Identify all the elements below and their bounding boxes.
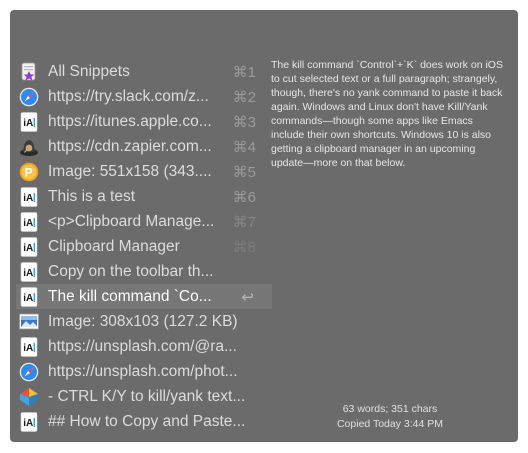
clipboard-item[interactable]: iA This is a test ⌘6: [16, 184, 272, 209]
clipboard-item[interactable]: iA <p>Clipboard Manage... ⌘7: [16, 209, 272, 234]
airmail-icon: [19, 387, 39, 407]
word-char-count: 63 words; 351 chars: [342, 403, 438, 415]
copied-time: Copied Today 3:44 PM: [336, 418, 444, 430]
svg-text:iA: iA: [23, 418, 33, 429]
return-key-hint: ↩: [241, 288, 254, 306]
svg-text:iA: iA: [23, 268, 33, 279]
alfred-icon: [19, 137, 39, 157]
ia-writer-icon: iA: [19, 211, 39, 232]
clipboard-item[interactable]: https://unsplash.com/phot...: [16, 359, 272, 384]
clipboard-item-label: ## How to Copy and Paste...: [48, 412, 246, 430]
clipboard-item[interactable]: iA Clipboard Manager ⌘8: [16, 234, 272, 259]
shortcut-hint: ⌘8: [232, 238, 256, 256]
clipboard-item[interactable]: - CTRL K/Y to kill/yank text...: [16, 384, 272, 409]
ia-writer-icon: iA: [19, 236, 39, 257]
clipboard-item-label: https://unsplash.com/@ra...: [48, 337, 237, 355]
clipboard-history-window: All Snippets ⌘1 https://try.slack.com/z...…: [10, 10, 518, 442]
preview-text: The kill command `Control`+`K` does work…: [271, 59, 503, 169]
ia-writer-icon: iA: [19, 261, 39, 282]
clipboard-item[interactable]: P Image: 551x158 (343.... ⌘5: [16, 159, 272, 184]
shortcut-hint: ⌘5: [232, 163, 256, 181]
shortcut-hint: ⌘6: [232, 188, 256, 206]
clipboard-item[interactable]: iA Copy on the toolbar th...: [16, 259, 272, 284]
safari-icon: [19, 362, 39, 382]
clipboard-item[interactable]: iA https://unsplash.com/@ra...: [16, 334, 272, 359]
ia-writer-icon: iA: [19, 411, 39, 432]
shortcut-hint: ⌘7: [232, 213, 256, 231]
svg-text:iA: iA: [23, 243, 33, 254]
ia-writer-icon: iA: [19, 186, 39, 207]
shortcut-hint: ⌘1: [232, 63, 256, 81]
clipboard-list: All Snippets ⌘1 https://try.slack.com/z...…: [16, 59, 272, 434]
ia-writer-icon: iA: [19, 336, 39, 357]
clipboard-item[interactable]: Image: 308x103 (127.2 KB): [16, 309, 272, 334]
ia-writer-icon: iA: [19, 111, 39, 132]
clipboard-item[interactable]: All Snippets ⌘1: [16, 59, 272, 84]
clipboard-item[interactable]: iA https://itunes.apple.co... ⌘3: [16, 109, 272, 134]
shortcut-hint: ⌘2: [232, 88, 256, 106]
safari-icon: [19, 87, 39, 107]
clipboard-item-label: - CTRL K/Y to kill/yank text...: [48, 387, 246, 405]
svg-text:iA: iA: [23, 218, 33, 229]
svg-text:iA: iA: [23, 118, 33, 129]
clipboard-item[interactable]: https://cdn.zapier.com... ⌘4: [16, 134, 272, 159]
shortcut-hint: ⌘3: [232, 113, 256, 131]
clipboard-item[interactable]: https://try.slack.com/z... ⌘2: [16, 84, 272, 109]
svg-text:iA: iA: [23, 293, 33, 304]
clipboard-item-label: https://unsplash.com/phot...: [48, 362, 238, 380]
clip-info: 63 words; 351 chars Copied Today 3:44 PM: [290, 402, 490, 432]
image-icon: [19, 312, 39, 332]
clipboard-item[interactable]: iA ## How to Copy and Paste...: [16, 409, 272, 434]
shortcut-hint: ⌘4: [232, 138, 256, 156]
svg-text:iA: iA: [23, 193, 33, 204]
clipboard-item-label: Copy on the toolbar th...: [48, 262, 214, 280]
svg-text:P: P: [25, 165, 33, 179]
svg-text:iA: iA: [23, 343, 33, 354]
pixelmator-icon: P: [19, 162, 39, 182]
ia-writer-icon: iA: [19, 286, 39, 307]
snippets-icon: [19, 62, 39, 82]
clipboard-item-label: The kill command `Co...: [48, 287, 212, 305]
clipboard-item-label: Image: 308x103 (127.2 KB): [48, 312, 238, 330]
clipboard-item[interactable]: iA The kill command `Co... ↩: [16, 284, 272, 309]
